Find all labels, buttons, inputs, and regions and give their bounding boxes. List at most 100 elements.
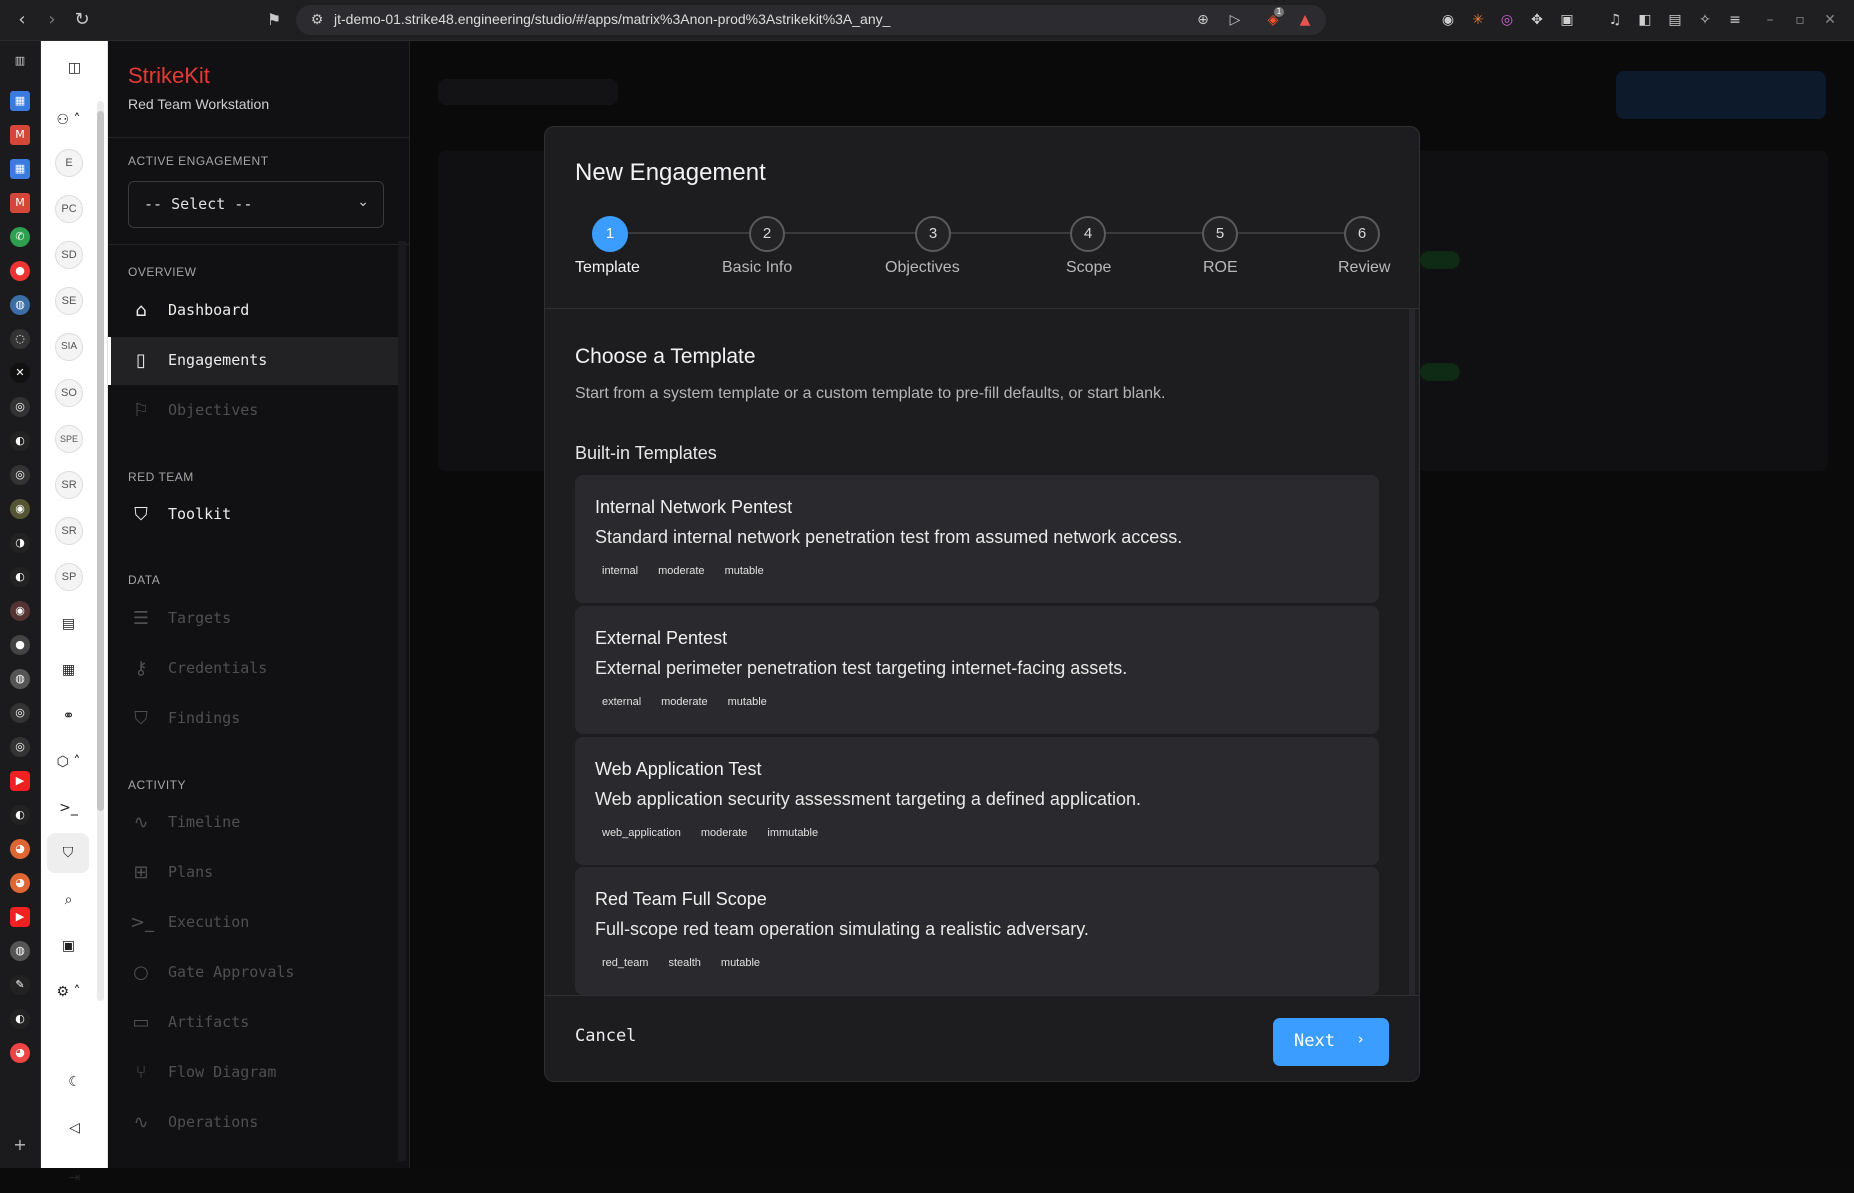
youtube-icon[interactable]: ▶ bbox=[10, 771, 30, 791]
workflow-icon[interactable]: ⚭ bbox=[41, 701, 96, 731]
app-icon[interactable]: ◌ bbox=[10, 329, 30, 349]
sidebar-scrollbar[interactable] bbox=[398, 241, 406, 1161]
reddit-icon[interactable]: ◕ bbox=[10, 873, 30, 893]
shield-icon[interactable]: ⛉ bbox=[47, 833, 89, 873]
workspace-badge[interactable]: E bbox=[55, 149, 83, 177]
nav-targets[interactable]: ☰ Targets bbox=[108, 595, 398, 643]
workspace-badge[interactable]: SE bbox=[55, 287, 83, 315]
app-icon[interactable]: ◎ bbox=[10, 465, 30, 485]
extension-icon[interactable]: ◎ bbox=[1497, 10, 1517, 30]
forward-icon[interactable]: › bbox=[40, 8, 64, 32]
modal-scrollbar[interactable] bbox=[1409, 309, 1415, 995]
globe-icon[interactable]: ◍ bbox=[10, 941, 30, 961]
calendar-icon[interactable]: ▦ bbox=[41, 655, 96, 685]
app-icon[interactable]: ◎ bbox=[10, 397, 30, 417]
template-card-web-application-test[interactable]: Web Application Test Web application sec… bbox=[575, 737, 1379, 865]
zoom-icon[interactable]: ⊕ bbox=[1194, 11, 1212, 29]
step-scope[interactable]: 4 Scope bbox=[1037, 215, 1147, 285]
announce-icon[interactable]: ◁ bbox=[47, 1113, 102, 1143]
minimize-icon[interactable]: – bbox=[1760, 10, 1780, 30]
send-icon[interactable]: ▷ bbox=[1226, 11, 1244, 29]
app-icon[interactable]: ◉ bbox=[10, 499, 30, 519]
nav-timeline[interactable]: ∿ Timeline bbox=[108, 799, 398, 847]
media-icon[interactable]: ♫ bbox=[1605, 10, 1625, 30]
nav-plans[interactable]: ⊞ Plans bbox=[108, 849, 398, 897]
restore-icon[interactable]: ▫ bbox=[1790, 10, 1810, 30]
document-icon[interactable]: ▤ bbox=[41, 609, 96, 639]
app-icon[interactable]: ◎ bbox=[10, 737, 30, 757]
reddit-icon[interactable]: ◕ bbox=[10, 839, 30, 859]
leo-icon[interactable]: ✧ bbox=[1695, 10, 1715, 30]
app-icon[interactable]: ◉ bbox=[10, 601, 30, 621]
nav-operations[interactable]: ∿ Operations bbox=[108, 1099, 398, 1147]
nav-gate-approvals[interactable]: ○ Gate Approvals bbox=[108, 949, 398, 997]
github-icon[interactable]: ◐ bbox=[10, 805, 30, 825]
sidebar-toggle-icon[interactable]: ◧ bbox=[1635, 10, 1655, 30]
template-card-internal-network-pentest[interactable]: Internal Network Pentest Standard intern… bbox=[575, 475, 1379, 603]
box-collapse-icon[interactable]: ⬡ ˄ bbox=[41, 747, 96, 777]
extension-icon[interactable]: ✳ bbox=[1468, 10, 1488, 30]
extension-icon[interactable]: ◉ bbox=[1438, 10, 1458, 30]
globe-icon[interactable]: ◍ bbox=[10, 669, 30, 689]
gmail-icon[interactable]: M bbox=[10, 125, 30, 145]
site-info-icon[interactable]: ⚙ bbox=[308, 11, 326, 29]
github-icon[interactable]: ◐ bbox=[10, 431, 30, 451]
step-review[interactable]: 6 Review bbox=[1285, 215, 1395, 285]
menu-icon[interactable]: ≡ bbox=[1725, 10, 1745, 30]
search-icon[interactable]: ⌕ bbox=[41, 885, 96, 915]
nav-credentials[interactable]: ⚷ Credentials bbox=[108, 645, 398, 693]
workspace-badge[interactable]: SIA bbox=[55, 333, 83, 361]
nav-findings[interactable]: ⛉ Findings bbox=[108, 695, 398, 743]
nav-objectives[interactable]: ⚐ Objectives bbox=[108, 387, 398, 435]
panel-icon[interactable]: ▥ bbox=[10, 51, 30, 71]
nav-execution[interactable]: >_ Execution bbox=[108, 899, 398, 947]
url-text[interactable]: jt-demo-01.strike48.engineering/studio/#… bbox=[334, 11, 890, 27]
nav-flow-diagram[interactable]: ⑂ Flow Diagram bbox=[108, 1049, 398, 1097]
github-icon[interactable]: ◐ bbox=[10, 567, 30, 587]
app-icon[interactable]: ● bbox=[10, 635, 30, 655]
workspace-badge[interactable]: SO bbox=[55, 379, 83, 407]
app-icon[interactable]: ◍ bbox=[10, 295, 30, 315]
calendar-icon[interactable]: ▦ bbox=[10, 159, 30, 179]
x-icon[interactable]: ✕ bbox=[10, 363, 30, 383]
step-basic-info[interactable]: 2 Basic Info bbox=[716, 215, 826, 285]
nav-toolkit[interactable]: ⛉ Toolkit bbox=[108, 491, 398, 539]
bookmark-icon[interactable]: ⚑ bbox=[262, 8, 286, 32]
app-icon[interactable]: ● bbox=[10, 261, 30, 281]
wallet-icon[interactable]: ▤ bbox=[1665, 10, 1685, 30]
workspace-badge[interactable]: SR bbox=[55, 517, 83, 545]
step-template[interactable]: 1 Template bbox=[575, 215, 685, 285]
app-icon[interactable]: ✎ bbox=[10, 975, 30, 995]
gmail-icon[interactable]: M bbox=[10, 193, 30, 213]
step-objectives[interactable]: 3 Objectives bbox=[883, 215, 993, 285]
extension-icon[interactable]: ▣ bbox=[1557, 10, 1577, 30]
rewards-icon[interactable]: ▲ bbox=[1296, 11, 1314, 29]
template-card-external-pentest[interactable]: External Pentest External perimeter pene… bbox=[575, 606, 1379, 734]
workspace-badge[interactable]: SP bbox=[55, 563, 83, 591]
close-icon[interactable]: ✕ bbox=[1820, 10, 1840, 30]
cancel-button[interactable]: Cancel bbox=[575, 1026, 636, 1046]
next-button[interactable]: Next › bbox=[1273, 1018, 1389, 1066]
back-icon[interactable]: ‹ bbox=[10, 8, 34, 32]
youtube-icon[interactable]: ▶ bbox=[10, 907, 30, 927]
step-roe[interactable]: 5 ROE bbox=[1169, 215, 1279, 285]
nav-dashboard[interactable]: ⌂ Dashboard bbox=[108, 287, 398, 335]
template-card-red-team-full-scope[interactable]: Red Team Full Scope Full-scope red team … bbox=[575, 867, 1379, 995]
reload-icon[interactable]: ↻ bbox=[70, 8, 94, 32]
workspace-badge[interactable]: SD bbox=[55, 241, 83, 269]
settings-collapse-icon[interactable]: ⚙ ˄ bbox=[41, 977, 96, 1007]
github-icon[interactable]: ◐ bbox=[10, 1009, 30, 1029]
url-bar[interactable]: ⚙ jt-demo-01.strike48.engineering/studio… bbox=[296, 5, 1326, 35]
add-icon[interactable]: + bbox=[10, 1135, 30, 1155]
calendar-icon[interactable]: ▦ bbox=[10, 91, 30, 111]
app-icon[interactable]: ◎ bbox=[10, 703, 30, 723]
workspace-badge[interactable]: SR bbox=[55, 471, 83, 499]
briefcase-icon[interactable]: ▣ bbox=[41, 931, 96, 961]
rail-scrollbar-thumb[interactable] bbox=[97, 111, 104, 811]
terminal-icon[interactable]: >_ bbox=[41, 793, 96, 823]
puzzle-icon[interactable]: ✥ bbox=[1527, 10, 1547, 30]
engagement-select[interactable]: -- Select -- ⌄ bbox=[128, 181, 384, 228]
nav-engagements[interactable]: ▯ Engagements bbox=[108, 337, 398, 385]
theme-moon-icon[interactable]: ☾ bbox=[47, 1067, 102, 1097]
users-collapse-icon[interactable]: ⚇ ˄ bbox=[41, 105, 96, 135]
